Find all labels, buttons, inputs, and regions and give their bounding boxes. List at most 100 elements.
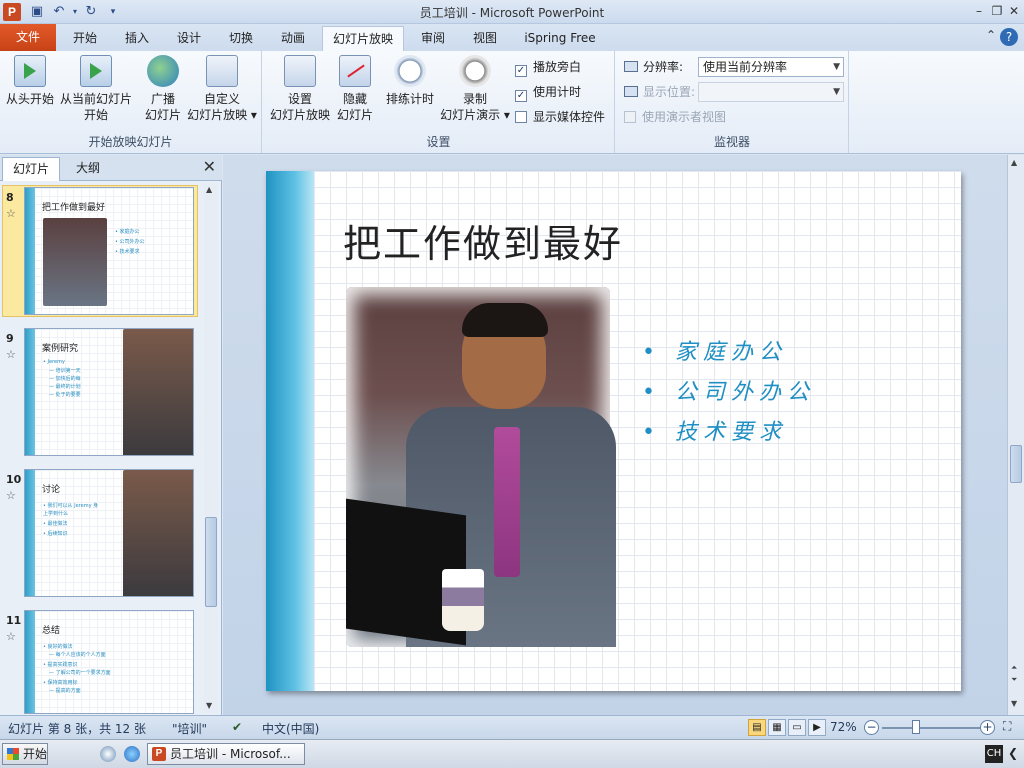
- restore-icon[interactable]: ❐: [988, 2, 1006, 20]
- scrollbar-thumb[interactable]: [1010, 445, 1022, 483]
- bullet-item: 家庭办公: [642, 333, 815, 373]
- close-icon[interactable]: ✕: [1005, 2, 1023, 20]
- language-indicator[interactable]: 中文(中国): [262, 720, 319, 737]
- zoom-slider-thumb[interactable]: [911, 720, 920, 734]
- custom-slideshow-icon: [206, 55, 238, 87]
- slide-counter: 幻灯片 第 8 张，共 12 张: [8, 722, 146, 736]
- slide-bullet-list[interactable]: 家庭办公 公司外办公 技术要求: [642, 333, 815, 453]
- internet-explorer-icon[interactable]: [124, 746, 140, 762]
- group-label-setup: 设置: [426, 135, 451, 149]
- slides-pane-scrollbar[interactable]: ▲ ▼: [204, 183, 218, 713]
- current-slide[interactable]: 把工作做到最好 家庭办公 公司外办公 技术要求: [266, 171, 961, 691]
- group-label-monitors: 监视器: [713, 135, 750, 149]
- zoom-slider-track[interactable]: [882, 727, 980, 729]
- thumbnail-image: 讨论 • 我们可以从 Jeremy 身 上学到什么 • 最佳做法 • 后续知识: [24, 469, 194, 597]
- slide-title[interactable]: 把工作做到最好: [343, 213, 623, 268]
- man-with-laptop-photo[interactable]: [346, 287, 616, 647]
- transition-star-icon: ☆: [6, 489, 16, 502]
- status-bar: 幻灯片 第 8 张，共 12 张 "培训" ✔ 中文(中国) ▤ ▦ ▭ ▶ 7…: [0, 715, 1024, 739]
- scroll-up-icon[interactable]: ▲: [1011, 158, 1017, 167]
- tab-animations[interactable]: 动画: [270, 26, 316, 51]
- minimize-icon[interactable]: –: [970, 2, 988, 20]
- slides-pane: 幻灯片 大纲 ✕ 8 ☆ 把工作做到最好 • 家庭办公 • 公司外办公 • 技术…: [0, 155, 222, 715]
- ribbon: 从头开始 从当前幻灯片 开始 广播 幻灯片 自定义 幻灯片放映 ▾ 开始放映幻灯…: [0, 51, 1024, 154]
- tray-expand-icon[interactable]: ❮: [1008, 746, 1018, 760]
- checkmark-icon: ✓: [515, 65, 527, 77]
- broadcast-slideshow-button[interactable]: 广播 幻灯片: [140, 55, 186, 123]
- thumbnail-image: 案例研究 • Jeremy — 培训第一天 — 加快后的每 — 最终的计划 — …: [24, 328, 194, 456]
- man-with-laptop-photo: [43, 218, 107, 306]
- thumbnail-image: 把工作做到最好 • 家庭办公 • 公司外办公 • 技术要求: [24, 187, 194, 315]
- fit-to-window-icon[interactable]: ⛶: [1003, 719, 1011, 734]
- start-button[interactable]: 开始: [2, 743, 48, 765]
- zoom-level[interactable]: 72%: [830, 720, 857, 734]
- theme-name[interactable]: "培训": [172, 720, 207, 737]
- normal-view-icon[interactable]: ▤: [748, 719, 766, 736]
- tab-slide-show[interactable]: 幻灯片放映: [322, 26, 404, 51]
- play-narration-checkbox[interactable]: ✓ 播放旁白: [515, 58, 581, 77]
- previous-slide-icon[interactable]: ⏶: [1011, 663, 1017, 673]
- tab-design[interactable]: 设计: [166, 26, 212, 51]
- slide-thumbnail-9[interactable]: 9 ☆ 案例研究 • Jeremy — 培训第一天 — 加快后的每 — 最终的计…: [0, 326, 202, 460]
- presenter-view-checkbox[interactable]: 使用演示者视图: [624, 108, 726, 126]
- broadcast-globe-icon: [147, 55, 179, 87]
- scroll-down-icon[interactable]: ▼: [1011, 699, 1017, 708]
- slide-thumbnail-8[interactable]: 8 ☆ 把工作做到最好 • 家庭办公 • 公司外办公 • 技术要求: [0, 185, 202, 319]
- ribbon-collapse-icon[interactable]: ⌃: [986, 28, 996, 42]
- transition-star-icon: ☆: [6, 348, 16, 361]
- os-taskbar: 开始 员工培训 - Microsof... CH ❮: [0, 739, 1024, 768]
- slideshow-view-icon[interactable]: ▶: [808, 719, 826, 736]
- bullet-item: 公司外办公: [642, 373, 815, 413]
- checkbox-empty-icon: [515, 111, 527, 123]
- from-beginning-button[interactable]: 从头开始: [4, 55, 56, 107]
- tab-home[interactable]: 开始: [62, 26, 108, 51]
- slide-sorter-icon[interactable]: ▦: [768, 719, 786, 736]
- tab-file[interactable]: 文件: [0, 24, 56, 51]
- transition-star-icon: ☆: [6, 207, 16, 220]
- from-current-slide-button[interactable]: 从当前幻灯片 开始: [58, 55, 134, 123]
- hide-slide-icon: [339, 55, 371, 87]
- slide-thumbnail-11[interactable]: 11 ☆ 总结 • 良好的做法 — 每个人应该的个人方面 • 提高实践意识 — …: [0, 608, 202, 718]
- taskbar-powerpoint-item[interactable]: 员工培训 - Microsof...: [147, 743, 305, 765]
- tab-view[interactable]: 视图: [462, 26, 508, 51]
- input-method-indicator[interactable]: CH: [985, 745, 1003, 763]
- show-on-label: 显示位置:: [624, 82, 695, 102]
- zoom-in-icon[interactable]: +: [980, 720, 995, 735]
- custom-slideshow-button[interactable]: 自定义 幻灯片放映 ▾: [186, 55, 258, 123]
- close-icon[interactable]: ✕: [203, 157, 216, 176]
- tab-outline[interactable]: 大纲: [66, 157, 110, 181]
- reading-view-icon[interactable]: ▭: [788, 719, 806, 736]
- tab-transitions[interactable]: 切换: [218, 26, 264, 51]
- ribbon-tabs: 文件 开始 插入 设计 切换 动画 幻灯片放映 审阅 视图 iSpring Fr…: [0, 24, 1024, 51]
- spellcheck-icon[interactable]: ✔: [232, 720, 242, 734]
- setup-slideshow-button[interactable]: 设置 幻灯片放映: [267, 55, 333, 123]
- show-media-controls-checkbox[interactable]: 显示媒体控件: [515, 108, 605, 126]
- slide-accent-stripe: [266, 171, 314, 691]
- pane-tabs: 幻灯片 大纲 ✕: [0, 155, 222, 181]
- chevron-down-icon: ▼: [833, 87, 840, 97]
- thumbnail-image: 总结 • 良好的做法 — 每个人应该的个人方面 • 提高实践意识 — 了解公司的…: [24, 610, 194, 714]
- tab-slides[interactable]: 幻灯片: [2, 157, 61, 181]
- rehearse-timings-button[interactable]: 排练计时: [381, 55, 439, 107]
- editor-vertical-scrollbar[interactable]: ▲ ⏶ ⏷ ▼: [1007, 155, 1024, 715]
- slide-thumbnail-10[interactable]: 10 ☆ 讨论 • 我们可以从 Jeremy 身 上学到什么 • 最佳做法 • …: [0, 467, 202, 601]
- title-bar: P ▣ ↶ ▾ ↻ ▾ 员工培训 - Microsoft PowerPoint …: [0, 0, 1024, 24]
- help-icon[interactable]: ?: [1000, 28, 1018, 46]
- group-label-start: 开始放映幻灯片: [88, 135, 173, 149]
- tab-insert[interactable]: 插入: [114, 26, 160, 51]
- scroll-down-icon[interactable]: ▼: [206, 701, 212, 710]
- quicklaunch-ie-alt-icon[interactable]: [100, 746, 116, 762]
- scroll-up-icon[interactable]: ▲: [206, 185, 212, 194]
- resolution-dropdown[interactable]: 使用当前分辨率 ▼: [698, 57, 844, 77]
- scrollbar-thumb[interactable]: [205, 517, 217, 607]
- checkmark-icon: ✓: [515, 90, 527, 102]
- next-slide-icon[interactable]: ⏷: [1011, 675, 1017, 685]
- record-slideshow-button[interactable]: 录制 幻灯片演示 ▾: [439, 55, 511, 123]
- show-on-dropdown[interactable]: ▼: [698, 82, 844, 102]
- hide-slide-button[interactable]: 隐藏 幻灯片: [335, 55, 375, 123]
- tab-ispring[interactable]: iSpring Free: [516, 26, 604, 51]
- zoom-out-icon[interactable]: −: [864, 720, 879, 735]
- use-timings-checkbox[interactable]: ✓ 使用计时: [515, 83, 581, 102]
- tab-review[interactable]: 审阅: [410, 26, 456, 51]
- older-man-photo: [123, 470, 193, 596]
